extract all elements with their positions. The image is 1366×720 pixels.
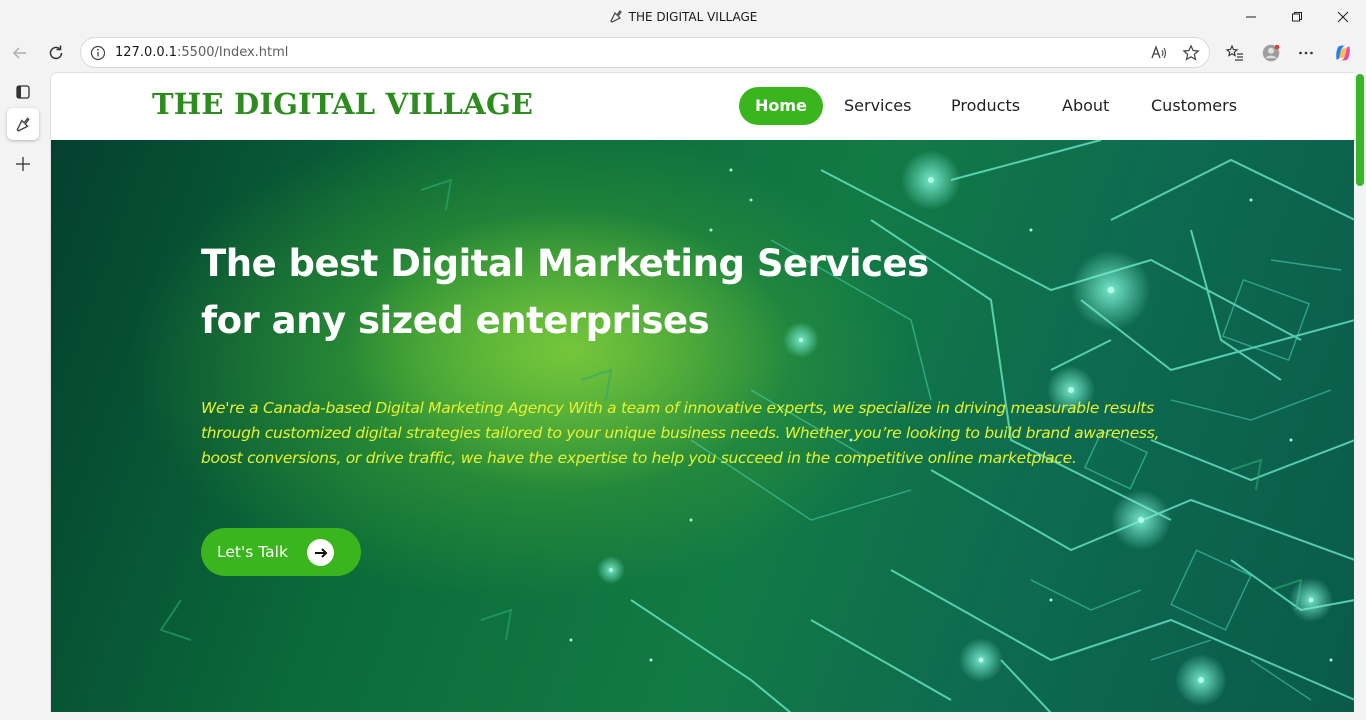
scrollbar-thumb[interactable] (1356, 74, 1364, 186)
url-text[interactable]: 127.0.0.1:5500/Index.html (115, 45, 288, 60)
restore-icon (1292, 12, 1302, 22)
arrow-right-icon (307, 539, 334, 566)
lets-talk-label: Let's Talk (217, 543, 288, 561)
refresh-button[interactable] (41, 38, 71, 68)
copilot-button[interactable] (1328, 38, 1358, 68)
nav-products[interactable]: Products (935, 87, 1036, 125)
hero-headline-line-1: The best Digital Marketing Services (201, 242, 929, 285)
address-bar[interactable]: 127.0.0.1:5500/Index.html (80, 37, 1210, 68)
copilot-icon (1336, 45, 1350, 61)
tab-digital-village[interactable] (7, 108, 39, 140)
back-button[interactable] (5, 38, 35, 68)
more-button[interactable] (1291, 38, 1321, 68)
lets-talk-button[interactable]: Let's Talk (201, 528, 361, 576)
window-title-bar: THE DIGITAL VILLAGE (0, 0, 1366, 34)
nav-customers[interactable]: Customers (1135, 87, 1253, 125)
hero-headline-line-2: for any sized enterprises (201, 299, 710, 342)
url-path: :5500/Index.html (177, 45, 289, 60)
refresh-icon (49, 45, 63, 60)
site-favicon-icon (16, 117, 30, 132)
page-scrollbar[interactable] (1354, 72, 1366, 720)
nav-services[interactable]: Services (828, 87, 927, 125)
close-icon (1337, 11, 1349, 23)
hero-description: We're a Canada-based Digital Marketing A… (201, 399, 1160, 467)
window-title: THE DIGITAL VILLAGE (0, 9, 1366, 24)
favorites-button[interactable] (1220, 38, 1250, 68)
browser-toolbar: 127.0.0.1:5500/Index.html (0, 34, 1366, 72)
page-viewport: THE DIGITAL VILLAGE Home Services Produc… (50, 72, 1354, 712)
favorite-star-icon (1182, 44, 1200, 61)
favorites-icon (1226, 44, 1243, 61)
info-icon[interactable] (89, 44, 107, 62)
read-aloud-button[interactable] (1149, 43, 1169, 63)
more-icon (1299, 51, 1313, 55)
window-title-text: THE DIGITAL VILLAGE (628, 10, 758, 24)
profile-avatar (1262, 44, 1280, 62)
tab-actions-button[interactable] (7, 76, 39, 108)
url-host: 127.0.0.1 (115, 45, 178, 60)
site-header: THE DIGITAL VILLAGE Home Services Produc… (51, 73, 1354, 140)
close-window-button[interactable] (1320, 0, 1366, 34)
add-favorite-button[interactable] (1181, 43, 1201, 63)
site-logo[interactable]: THE DIGITAL VILLAGE (152, 87, 533, 121)
nav-about[interactable]: About (1046, 87, 1125, 125)
new-tab-button[interactable] (7, 148, 39, 180)
tab-actions-icon (16, 85, 30, 99)
nav-home[interactable]: Home (739, 87, 823, 125)
back-icon (12, 47, 26, 59)
restore-button[interactable] (1274, 0, 1320, 34)
minimize-button[interactable] (1228, 0, 1274, 34)
site-favicon-icon (609, 10, 622, 23)
read-aloud-icon (1151, 45, 1167, 59)
profile-button[interactable] (1256, 38, 1286, 68)
vertical-tab-strip (0, 72, 44, 720)
hero-headline: The best Digital Marketing Services for … (201, 235, 929, 349)
minimize-icon (1246, 16, 1256, 18)
hero-section: The best Digital Marketing Services for … (51, 140, 1354, 712)
new-tab-icon (16, 157, 30, 171)
